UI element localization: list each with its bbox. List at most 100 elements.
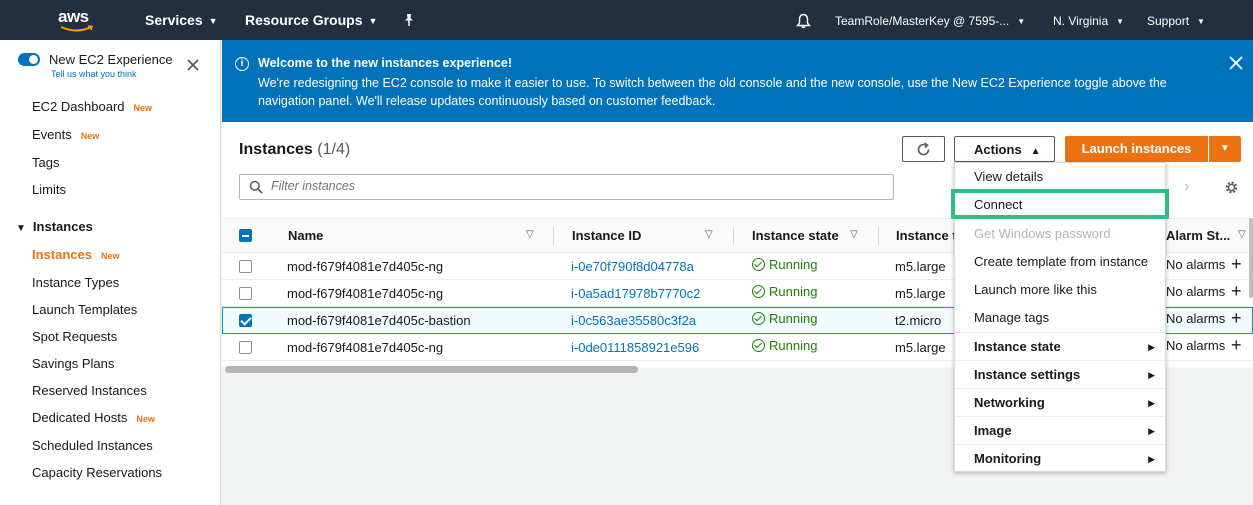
menu-item-view-details[interactable]: View details xyxy=(955,163,1165,191)
sidebar-item-events[interactable]: Events New xyxy=(32,127,99,142)
aws-logo[interactable]: aws xyxy=(58,6,100,34)
alarm-status: No alarms xyxy=(1166,311,1226,326)
resource-groups-label: Resource Groups xyxy=(245,12,363,28)
region-menu[interactable]: N. Virginia ▼ xyxy=(1053,14,1124,28)
sidebar-item-instances[interactable]: Instances New xyxy=(32,247,120,262)
menu-item-create-template[interactable]: Create template from instance xyxy=(955,248,1165,276)
actions-button[interactable]: Actions ▲ xyxy=(954,136,1055,162)
page-title-text: Instances xyxy=(239,141,313,158)
state-label: Running xyxy=(769,284,818,299)
menu-item-launch-more[interactable]: Launch more like this xyxy=(955,276,1165,304)
sort-icon[interactable]: ▽ xyxy=(1238,229,1246,240)
menu-item-label: Image xyxy=(974,423,1012,438)
add-alarm-icon[interactable]: + xyxy=(1231,308,1242,329)
add-alarm-icon[interactable]: + xyxy=(1231,281,1242,302)
filter-field[interactable] xyxy=(239,174,894,200)
sidebar-item-launch-templates[interactable]: Launch Templates xyxy=(32,302,137,317)
menu-item-manage-tags[interactable]: Manage tags xyxy=(955,304,1165,332)
info-banner: i Welcome to the new instances experienc… xyxy=(222,40,1253,122)
bell-icon[interactable] xyxy=(796,13,811,29)
sidebar-item-label: Reserved Instances xyxy=(32,383,147,398)
refresh-button[interactable] xyxy=(902,136,945,162)
submenu-arrow-icon: ▶ xyxy=(1148,454,1155,464)
sidebar-section-instances[interactable]: ▼ Instances xyxy=(16,219,93,234)
add-alarm-icon[interactable]: + xyxy=(1231,254,1242,275)
column-header-alarm-status[interactable]: Alarm St... xyxy=(1166,228,1230,243)
menu-item-image[interactable]: Image ▶ xyxy=(955,416,1165,444)
column-header-instance-id[interactable]: Instance ID xyxy=(572,228,641,243)
sort-icon[interactable]: ▽ xyxy=(850,229,858,240)
instance-state: Running xyxy=(752,257,817,272)
instance-id-link[interactable]: i-0c563ae35580c3f2a xyxy=(571,313,696,328)
alarm-status: No alarms xyxy=(1166,257,1226,272)
sort-icon[interactable]: ▽ xyxy=(526,229,534,240)
instance-id-link[interactable]: i-0e70f790f8d04778a xyxy=(571,259,694,274)
next-page-icon[interactable]: › xyxy=(1184,178,1189,196)
caret-up-icon: ▲ xyxy=(1030,146,1041,157)
top-nav: aws Services ▼ Resource Groups ▼ TeamRole/… xyxy=(0,0,1253,40)
page-title: Instances (1/4) xyxy=(239,141,350,159)
column-header-name[interactable]: Name xyxy=(288,228,323,243)
row-checkbox[interactable] xyxy=(239,341,252,354)
sidebar-item-spot-requests[interactable]: Spot Requests xyxy=(32,329,117,344)
filter-input[interactable] xyxy=(271,179,871,193)
sidebar-item-label: Instances xyxy=(32,247,92,262)
menu-item-instance-settings[interactable]: Instance settings ▶ xyxy=(955,360,1165,388)
sidebar-item-savings-plans[interactable]: Savings Plans xyxy=(32,356,114,371)
close-icon[interactable] xyxy=(1229,56,1243,70)
sidebar-item-reserved-instances[interactable]: Reserved Instances xyxy=(32,383,147,398)
column-header-instance-state[interactable]: Instance state xyxy=(752,228,839,243)
submenu-arrow-icon: ▶ xyxy=(1148,426,1155,436)
instance-name: mod-f679f4081e7d405c-ng xyxy=(287,259,444,274)
sidebar-item-label: Launch Templates xyxy=(32,302,138,317)
instance-id-link[interactable]: i-0a5ad17978b7770c2 xyxy=(571,286,700,301)
instance-type: m5.large xyxy=(895,340,946,355)
sidebar-item-instance-types[interactable]: Instance Types xyxy=(32,275,119,290)
vertical-scrollbar[interactable] xyxy=(1249,218,1253,298)
banner-text: We're redesigning the EC2 console to mak… xyxy=(258,76,1167,108)
menu-item-networking[interactable]: Networking ▶ xyxy=(955,388,1165,416)
sidebar-item-label: EC2 Dashboard xyxy=(32,99,125,114)
gear-icon[interactable] xyxy=(1224,180,1239,195)
sidebar-item-scheduled-instances[interactable]: Scheduled Instances xyxy=(32,438,153,453)
sidebar-item-limits[interactable]: Limits xyxy=(32,182,66,197)
resource-groups-menu[interactable]: Resource Groups ▼ xyxy=(245,12,377,28)
horizontal-scrollbar[interactable] xyxy=(225,366,638,373)
account-label: TeamRole/MasterKey @ 7595-... xyxy=(835,14,1010,28)
check-circle-icon xyxy=(752,312,765,325)
state-label: Running xyxy=(769,257,818,272)
new-experience-toggle[interactable] xyxy=(18,53,40,66)
new-experience-title: New EC2 Experience xyxy=(49,52,173,67)
sidebar-item-capacity-reservations[interactable]: Capacity Reservations xyxy=(32,465,162,480)
submenu-arrow-icon: ▶ xyxy=(1148,342,1155,352)
submenu-arrow-icon: ▶ xyxy=(1148,398,1155,408)
actions-label: Actions xyxy=(974,142,1022,157)
sort-icon[interactable]: ▽ xyxy=(705,229,713,240)
menu-item-instance-state[interactable]: Instance state ▶ xyxy=(955,332,1165,360)
alarm-status: No alarms xyxy=(1166,338,1226,353)
sidebar-item-tags[interactable]: Tags xyxy=(32,155,59,170)
close-icon[interactable] xyxy=(186,58,200,72)
select-all-checkbox[interactable] xyxy=(239,229,252,242)
row-checkbox[interactable] xyxy=(239,314,252,327)
instance-id-link[interactable]: i-0de0111858921e596 xyxy=(571,340,699,355)
menu-item-monitoring[interactable]: Monitoring ▶ xyxy=(955,444,1165,472)
row-checkbox[interactable] xyxy=(239,287,252,300)
feedback-link[interactable]: Tell us what you think xyxy=(51,69,137,79)
sidebar-item-dedicated-hosts[interactable]: Dedicated Hosts New xyxy=(32,410,155,425)
connect-highlight-box xyxy=(951,189,1169,219)
services-menu[interactable]: Services ▼ xyxy=(145,12,218,28)
menu-item-label: Instance state xyxy=(974,339,1061,354)
pin-icon[interactable] xyxy=(402,13,416,27)
row-checkbox[interactable] xyxy=(239,260,252,273)
sidebar-item-ec2-dashboard[interactable]: EC2 Dashboard New xyxy=(32,99,152,114)
alarm-status: No alarms xyxy=(1166,284,1226,299)
menu-item-get-windows-password: Get Windows password xyxy=(974,226,1111,241)
support-menu[interactable]: Support ▼ xyxy=(1147,14,1205,28)
launch-instances-button[interactable]: Launch instances xyxy=(1065,136,1208,162)
banner-title: Welcome to the new instances experience! xyxy=(258,56,513,70)
account-menu[interactable]: TeamRole/MasterKey @ 7595-... ▼ xyxy=(835,14,1025,28)
column-header-instance-type[interactable]: Instance t xyxy=(896,228,957,243)
launch-dropdown-button[interactable]: ▼ xyxy=(1209,136,1241,162)
add-alarm-icon[interactable]: + xyxy=(1231,335,1242,356)
